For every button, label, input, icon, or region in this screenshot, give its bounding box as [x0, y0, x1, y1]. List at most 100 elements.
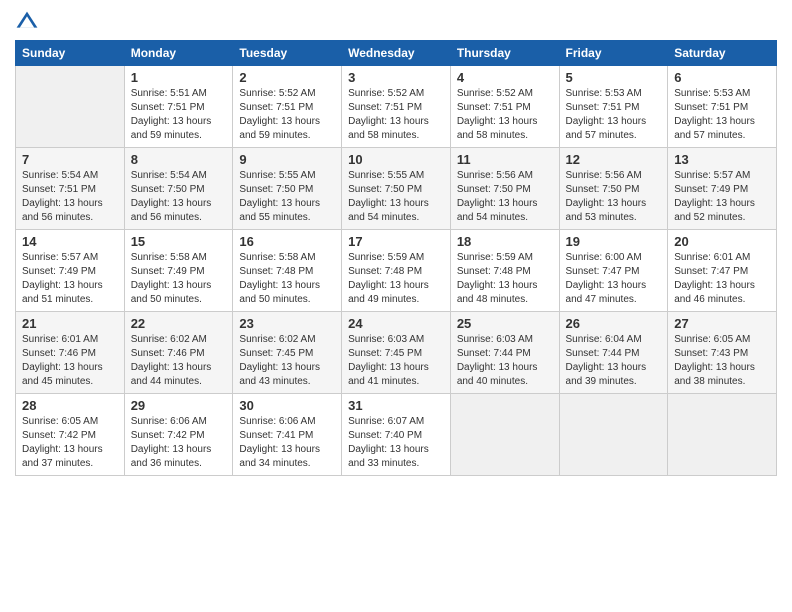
- calendar-cell: 5Sunrise: 5:53 AM Sunset: 7:51 PM Daylig…: [559, 66, 668, 148]
- day-number: 1: [131, 70, 227, 85]
- day-info: Sunrise: 5:58 AM Sunset: 7:48 PM Dayligh…: [239, 251, 335, 307]
- day-number: 14: [22, 234, 118, 249]
- week-row-1: 1Sunrise: 5:51 AM Sunset: 7:51 PM Daylig…: [16, 66, 777, 148]
- day-info: Sunrise: 5:53 AM Sunset: 7:51 PM Dayligh…: [674, 87, 770, 143]
- column-header-tuesday: Tuesday: [233, 41, 342, 66]
- day-number: 20: [674, 234, 770, 249]
- day-number: 19: [566, 234, 662, 249]
- day-info: Sunrise: 6:03 AM Sunset: 7:44 PM Dayligh…: [457, 333, 553, 389]
- calendar-cell: 26 Sunrise: 6:04 AM Sunset: 7:44 PM Dayli…: [559, 312, 668, 394]
- calendar-cell: [16, 66, 125, 148]
- day-number: 2: [239, 70, 335, 85]
- calendar-cell: 2Sunrise: 5:52 AM Sunset: 7:51 PM Daylig…: [233, 66, 342, 148]
- day-info: Sunrise: 6:05 AM Sunset: 7:43 PM Dayligh…: [674, 333, 770, 389]
- day-info: Sunrise: 5:52 AM Sunset: 7:51 PM Dayligh…: [348, 87, 444, 143]
- day-info: Sunrise: 5:54 AM Sunset: 7:51 PM Dayligh…: [22, 169, 118, 225]
- day-info: Sunrise: 5:52 AM Sunset: 7:51 PM Dayligh…: [457, 87, 553, 143]
- calendar-cell: 25 Sunrise: 6:03 AM Sunset: 7:44 PM Dayli…: [450, 312, 559, 394]
- day-info: Sunrise: 6:05 AM Sunset: 7:42 PM Dayligh…: [22, 415, 118, 471]
- day-info: Sunrise: 6:01 AM Sunset: 7:46 PM Dayligh…: [22, 333, 118, 389]
- calendar-cell: 30 Sunrise: 6:06 AM Sunset: 7:41 PM Dayli…: [233, 394, 342, 476]
- day-number: 22: [131, 316, 227, 331]
- day-info: Sunrise: 5:55 AM Sunset: 7:50 PM Dayligh…: [239, 169, 335, 225]
- day-number: 28: [22, 398, 118, 413]
- calendar-cell: 9Sunrise: 5:55 AM Sunset: 7:50 PM Daylig…: [233, 148, 342, 230]
- day-number: 18: [457, 234, 553, 249]
- calendar-cell: 27 Sunrise: 6:05 AM Sunset: 7:43 PM Dayli…: [668, 312, 777, 394]
- calendar-cell: [450, 394, 559, 476]
- calendar-cell: 29 Sunrise: 6:06 AM Sunset: 7:42 PM Dayli…: [124, 394, 233, 476]
- week-row-4: 21 Sunrise: 6:01 AM Sunset: 7:46 PM Dayli…: [16, 312, 777, 394]
- calendar-cell: 22 Sunrise: 6:02 AM Sunset: 7:46 PM Dayli…: [124, 312, 233, 394]
- day-number: 24: [348, 316, 444, 331]
- day-number: 23: [239, 316, 335, 331]
- day-info: Sunrise: 6:01 AM Sunset: 7:47 PM Dayligh…: [674, 251, 770, 307]
- calendar-cell: [559, 394, 668, 476]
- header: [15, 10, 777, 34]
- day-number: 27: [674, 316, 770, 331]
- day-number: 3: [348, 70, 444, 85]
- day-info: Sunrise: 6:02 AM Sunset: 7:45 PM Dayligh…: [239, 333, 335, 389]
- day-number: 6: [674, 70, 770, 85]
- day-number: 8: [131, 152, 227, 167]
- calendar-cell: 18 Sunrise: 5:59 AM Sunset: 7:48 PM Dayli…: [450, 230, 559, 312]
- day-info: Sunrise: 5:55 AM Sunset: 7:50 PM Dayligh…: [348, 169, 444, 225]
- day-number: 17: [348, 234, 444, 249]
- day-number: 31: [348, 398, 444, 413]
- day-number: 26: [566, 316, 662, 331]
- calendar-cell: 11 Sunrise: 5:56 AM Sunset: 7:50 PM Dayli…: [450, 148, 559, 230]
- calendar-cell: 12Sunrise: 5:56 AM Sunset: 7:50 PM Dayli…: [559, 148, 668, 230]
- calendar-cell: 17Sunrise: 5:59 AM Sunset: 7:48 PM Dayli…: [342, 230, 451, 312]
- day-number: 4: [457, 70, 553, 85]
- calendar-cell: 14 Sunrise: 5:57 AM Sunset: 7:49 PM Dayli…: [16, 230, 125, 312]
- calendar-cell: 16 Sunrise: 5:58 AM Sunset: 7:48 PM Dayli…: [233, 230, 342, 312]
- column-header-friday: Friday: [559, 41, 668, 66]
- day-info: Sunrise: 6:04 AM Sunset: 7:44 PM Dayligh…: [566, 333, 662, 389]
- day-info: Sunrise: 6:06 AM Sunset: 7:41 PM Dayligh…: [239, 415, 335, 471]
- column-header-monday: Monday: [124, 41, 233, 66]
- day-info: Sunrise: 5:57 AM Sunset: 7:49 PM Dayligh…: [22, 251, 118, 307]
- day-number: 7: [22, 152, 118, 167]
- week-row-5: 28 Sunrise: 6:05 AM Sunset: 7:42 PM Dayli…: [16, 394, 777, 476]
- week-row-2: 7 Sunrise: 5:54 AM Sunset: 7:51 PM Daylig…: [16, 148, 777, 230]
- day-number: 13: [674, 152, 770, 167]
- page-container: SundayMondayTuesdayWednesdayThursdayFrid…: [0, 0, 792, 486]
- day-number: 15: [131, 234, 227, 249]
- column-header-sunday: Sunday: [16, 41, 125, 66]
- calendar-cell: 13 Sunrise: 5:57 AM Sunset: 7:49 PM Dayli…: [668, 148, 777, 230]
- column-header-wednesday: Wednesday: [342, 41, 451, 66]
- calendar-cell: 6 Sunrise: 5:53 AM Sunset: 7:51 PM Daylig…: [668, 66, 777, 148]
- calendar-cell: 24 Sunrise: 6:03 AM Sunset: 7:45 PM Dayli…: [342, 312, 451, 394]
- calendar-cell: 8Sunrise: 5:54 AM Sunset: 7:50 PM Daylig…: [124, 148, 233, 230]
- day-number: 12: [566, 152, 662, 167]
- column-header-saturday: Saturday: [668, 41, 777, 66]
- day-number: 21: [22, 316, 118, 331]
- day-info: Sunrise: 6:07 AM Sunset: 7:40 PM Dayligh…: [348, 415, 444, 471]
- calendar-cell: 28 Sunrise: 6:05 AM Sunset: 7:42 PM Dayli…: [16, 394, 125, 476]
- calendar-cell: 31 Sunrise: 6:07 AM Sunset: 7:40 PM Dayli…: [342, 394, 451, 476]
- calendar-cell: 7 Sunrise: 5:54 AM Sunset: 7:51 PM Daylig…: [16, 148, 125, 230]
- day-info: Sunrise: 6:06 AM Sunset: 7:42 PM Dayligh…: [131, 415, 227, 471]
- day-info: Sunrise: 5:59 AM Sunset: 7:48 PM Dayligh…: [457, 251, 553, 307]
- day-number: 30: [239, 398, 335, 413]
- day-number: 11: [457, 152, 553, 167]
- week-row-3: 14 Sunrise: 5:57 AM Sunset: 7:49 PM Dayli…: [16, 230, 777, 312]
- day-number: 10: [348, 152, 444, 167]
- day-number: 25: [457, 316, 553, 331]
- day-number: 16: [239, 234, 335, 249]
- day-info: Sunrise: 5:58 AM Sunset: 7:49 PM Dayligh…: [131, 251, 227, 307]
- calendar-cell: 15 Sunrise: 5:58 AM Sunset: 7:49 PM Dayli…: [124, 230, 233, 312]
- day-info: Sunrise: 5:53 AM Sunset: 7:51 PM Dayligh…: [566, 87, 662, 143]
- calendar-table: SundayMondayTuesdayWednesdayThursdayFrid…: [15, 40, 777, 476]
- day-number: 29: [131, 398, 227, 413]
- day-info: Sunrise: 5:57 AM Sunset: 7:49 PM Dayligh…: [674, 169, 770, 225]
- calendar-cell: [668, 394, 777, 476]
- day-info: Sunrise: 6:03 AM Sunset: 7:45 PM Dayligh…: [348, 333, 444, 389]
- logo: [15, 10, 43, 34]
- column-header-thursday: Thursday: [450, 41, 559, 66]
- day-info: Sunrise: 6:02 AM Sunset: 7:46 PM Dayligh…: [131, 333, 227, 389]
- calendar-cell: 4 Sunrise: 5:52 AM Sunset: 7:51 PM Daylig…: [450, 66, 559, 148]
- calendar-cell: 20 Sunrise: 6:01 AM Sunset: 7:47 PM Dayli…: [668, 230, 777, 312]
- day-info: Sunrise: 5:56 AM Sunset: 7:50 PM Dayligh…: [457, 169, 553, 225]
- calendar-cell: 19Sunrise: 6:00 AM Sunset: 7:47 PM Dayli…: [559, 230, 668, 312]
